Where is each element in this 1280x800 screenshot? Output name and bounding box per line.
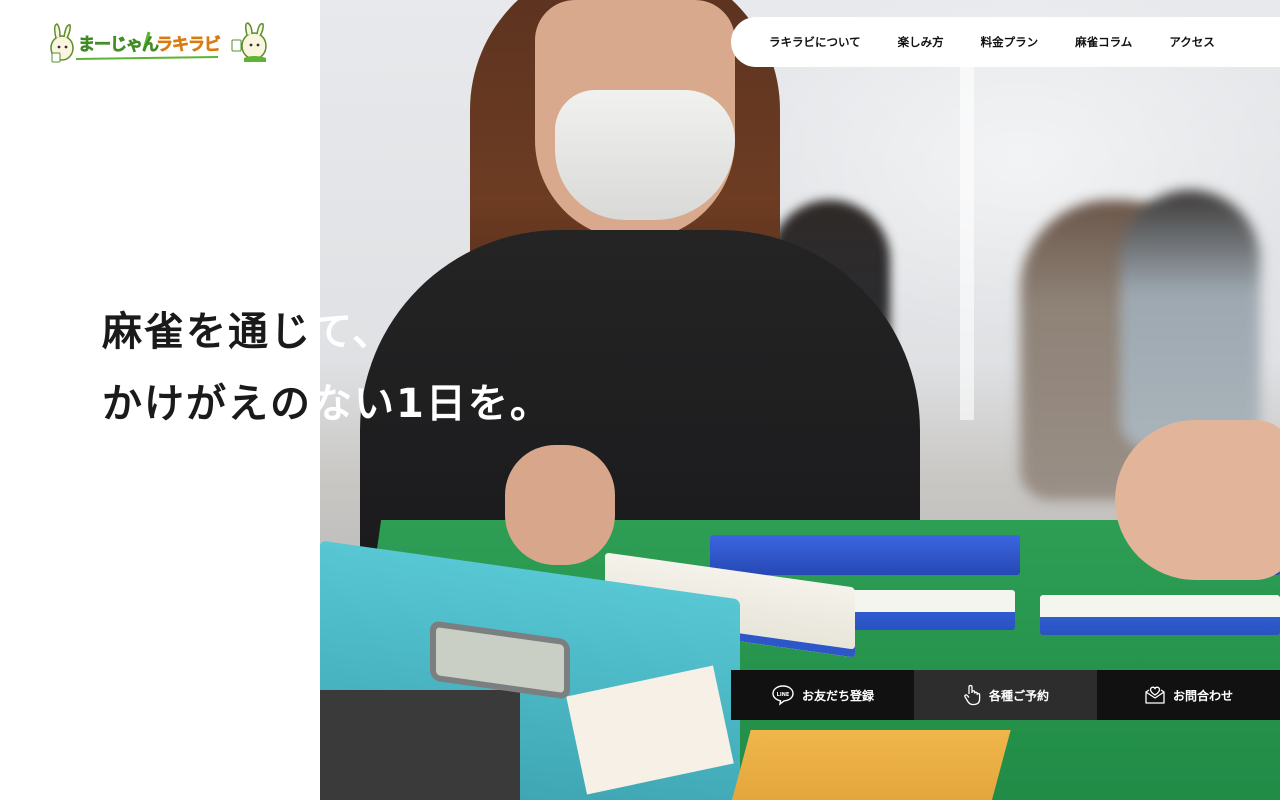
line-chat-icon: LINE [771, 684, 795, 706]
nav-item-how-to-enjoy[interactable]: 楽しみ方 [898, 34, 944, 50]
reservation-button[interactable]: 各種ご予約 [914, 670, 1097, 720]
global-nav: ラキラビについて 楽しみ方 料金プラン 麻雀コラム アクセス [731, 17, 1280, 67]
site-logo[interactable]: まーじゃん ラキラビ [48, 22, 270, 64]
nav-item-about[interactable]: ラキラビについて [769, 34, 861, 50]
headline-line-2-part: ない1日を。 [312, 381, 552, 427]
headline-line-2-part: かけがえの [102, 381, 312, 427]
hero-tiles-row [710, 535, 1020, 575]
contact-label: お問合わせ [1172, 688, 1233, 703]
line-friend-label: お友だち登録 [801, 688, 874, 703]
nav-item-pricing[interactable]: 料金プラン [981, 34, 1039, 50]
logo-text-left: まーじゃん [78, 35, 160, 56]
pointing-hand-icon [962, 684, 982, 706]
reservation-label: 各種ご予約 [988, 688, 1049, 703]
line-friend-button[interactable]: LINE お友だち登録 [731, 670, 914, 720]
hero-table-machine-side [320, 690, 520, 800]
hero-headline: 麻雀を通じて、 かけがえのない1日を。 [102, 296, 552, 440]
hero-hand [1115, 420, 1280, 580]
contact-button[interactable]: お問合わせ [1097, 670, 1280, 720]
hero-wall-detail [960, 60, 974, 420]
action-bar: LINE お友だち登録 各種ご予約 お問合わせ [731, 670, 1280, 720]
nav-item-access[interactable]: アクセス [1169, 34, 1214, 50]
hero-tile-tray [729, 730, 1011, 800]
nav-item-column[interactable]: 麻雀コラム [1075, 34, 1132, 50]
hero-tiles-row [1040, 595, 1280, 635]
hero-hand [505, 445, 615, 565]
logo-text-right: ラキラビ [156, 35, 222, 56]
headline-line-1-part: 麻雀を通じ [102, 309, 312, 355]
headline-line-1-part: て、 [312, 309, 394, 355]
headline-line-1: 麻雀を通じて、 [102, 296, 552, 368]
line-icon-text: LINE [777, 692, 790, 698]
hero-background-person [1120, 190, 1260, 450]
mail-heart-icon [1144, 685, 1166, 705]
headline-line-2: かけがえのない1日を。 [102, 368, 552, 440]
